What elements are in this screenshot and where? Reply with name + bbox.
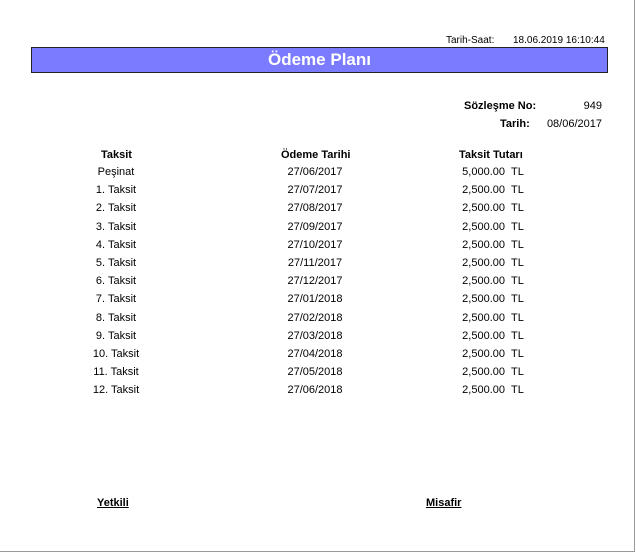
table-row: 7. Taksit 27/01/2018 2,500.00 TL bbox=[0, 291, 636, 309]
payment-date: 27/09/2017 bbox=[287, 220, 343, 233]
table-row: 2. Taksit 27/08/2017 2,500.00 TL bbox=[0, 200, 636, 218]
installment-name: 7. Taksit bbox=[95, 293, 137, 306]
installment-amount: 2,500.00 bbox=[462, 184, 505, 197]
table-row: 6. Taksit 27/12/2017 2,500.00 TL bbox=[0, 273, 636, 291]
payment-date: 27/02/2018 bbox=[287, 311, 343, 324]
installment-amount: 5,000.00 bbox=[462, 166, 505, 178]
column-header-taksit: Taksit bbox=[101, 149, 132, 161]
signature-guest: Misafir bbox=[426, 497, 462, 509]
timestamp-value: 18.06.2019 16:10:44 bbox=[513, 35, 605, 46]
timestamp-label: Tarih-Saat: bbox=[446, 35, 495, 46]
currency-label: TL bbox=[511, 366, 524, 379]
column-header-installment-amount: Taksit Tutarı bbox=[459, 149, 523, 161]
table-row: 10. Taksit 27/04/2018 2,500.00 TL bbox=[0, 346, 636, 364]
installment-amount: 2,500.00 bbox=[462, 220, 505, 233]
page-title: Ödeme Planı bbox=[268, 50, 371, 69]
payment-date: 27/04/2018 bbox=[287, 347, 343, 360]
table-row: 1. Taksit 27/07/2017 2,500.00 TL bbox=[0, 182, 636, 200]
installment-amount: 2,500.00 bbox=[462, 366, 505, 379]
payment-date: 27/11/2017 bbox=[287, 256, 343, 269]
currency-label: TL bbox=[511, 329, 524, 342]
payment-date: 27/06/2018 bbox=[287, 384, 343, 397]
currency-label: TL bbox=[511, 256, 524, 269]
contract-date-label: Tarih: bbox=[500, 118, 530, 130]
installment-name: 5. Taksit bbox=[95, 256, 137, 269]
payment-date: 27/01/2018 bbox=[287, 293, 343, 306]
signature-authorized: Yetkili bbox=[97, 497, 129, 509]
installment-amount: 2,500.00 bbox=[462, 384, 505, 397]
column-header-payment-date: Ödeme Tarihi bbox=[281, 149, 351, 161]
currency-label: TL bbox=[511, 384, 524, 397]
table-row: 5. Taksit 27/11/2017 2,500.00 TL bbox=[0, 255, 636, 273]
currency-label: TL bbox=[511, 166, 524, 178]
table-row: 3. Taksit 27/09/2017 2,500.00 TL bbox=[0, 219, 636, 237]
payment-date: 27/10/2017 bbox=[287, 238, 343, 251]
installment-name: 10. Taksit bbox=[92, 347, 140, 360]
payment-date: 27/08/2017 bbox=[287, 202, 343, 215]
installment-amount: 2,500.00 bbox=[462, 275, 505, 288]
payment-date: 27/12/2017 bbox=[287, 275, 343, 288]
installment-amount: 2,500.00 bbox=[462, 293, 505, 306]
table-row: 4. Taksit 27/10/2017 2,500.00 TL bbox=[0, 237, 636, 255]
installment-name: 6. Taksit bbox=[95, 275, 137, 288]
currency-label: TL bbox=[511, 275, 524, 288]
currency-label: TL bbox=[511, 220, 524, 233]
installment-name: 8. Taksit bbox=[95, 311, 137, 324]
installment-name: 9. Taksit bbox=[95, 329, 137, 342]
contract-date-value: 08/06/2017 bbox=[546, 118, 602, 130]
installment-name: 3. Taksit bbox=[95, 220, 137, 233]
currency-label: TL bbox=[511, 202, 524, 215]
payment-date: 27/07/2017 bbox=[287, 184, 343, 197]
installment-name: 4. Taksit bbox=[95, 238, 137, 251]
installment-amount: 2,500.00 bbox=[462, 329, 505, 342]
installment-amount: 2,500.00 bbox=[462, 256, 505, 269]
currency-label: TL bbox=[511, 238, 524, 251]
table-row: 12. Taksit 27/06/2018 2,500.00 TL bbox=[0, 382, 636, 400]
installment-name: 2. Taksit bbox=[95, 202, 137, 215]
currency-label: TL bbox=[511, 184, 524, 197]
installment-amount: 2,500.00 bbox=[462, 238, 505, 251]
installment-name: 12. Taksit bbox=[92, 384, 140, 397]
currency-label: TL bbox=[511, 293, 524, 306]
contract-number-value: 949 bbox=[583, 100, 602, 112]
installment-name: Peşinat bbox=[97, 166, 135, 178]
currency-label: TL bbox=[511, 311, 524, 324]
payment-date: 27/06/2017 bbox=[287, 166, 343, 178]
installment-amount: 2,500.00 bbox=[462, 202, 505, 215]
table-row: 8. Taksit 27/02/2018 2,500.00 TL bbox=[0, 310, 636, 328]
contract-number-label: Sözleşme No: bbox=[464, 100, 537, 112]
installment-name: 11. Taksit bbox=[93, 366, 139, 379]
installment-amount: 2,500.00 bbox=[462, 311, 505, 324]
installment-table: Peşinat 27/06/2017 5,000.00 TL 1. Taksit 27/0… bbox=[0, 164, 636, 400]
table-row: Peşinat 27/06/2017 5,000.00 TL bbox=[0, 164, 636, 182]
currency-label: TL bbox=[511, 347, 524, 360]
table-row: 9. Taksit 27/03/2018 2,500.00 TL bbox=[0, 328, 636, 346]
installment-name: 1. Taksit bbox=[95, 184, 137, 197]
payment-date: 27/03/2018 bbox=[287, 329, 343, 342]
table-row: 11. Taksit 27/05/2018 2,500.00 TL bbox=[0, 364, 636, 382]
payment-date: 27/05/2018 bbox=[287, 366, 343, 379]
installment-amount: 2,500.00 bbox=[462, 347, 505, 360]
title-bar: Ödeme Planı bbox=[31, 47, 608, 73]
